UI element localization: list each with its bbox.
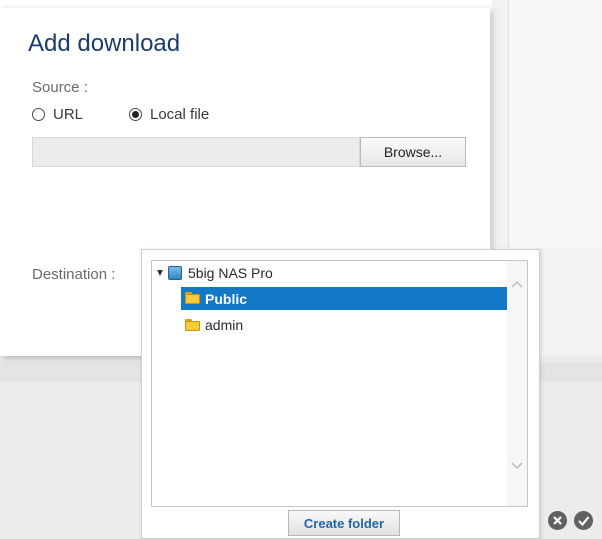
tree-item-label: Public xyxy=(205,290,248,307)
confirm-icon[interactable] xyxy=(574,511,593,530)
folder-tree[interactable]: 5big NAS Pro Public admin xyxy=(151,260,528,507)
file-path-field[interactable] xyxy=(32,137,360,167)
source-local-file-option[interactable]: Local file xyxy=(129,104,209,124)
tree-item-admin[interactable]: admin xyxy=(181,315,519,335)
folder-icon xyxy=(185,292,201,305)
url-radio-button[interactable] xyxy=(32,107,45,121)
chevron-down-icon[interactable] xyxy=(511,459,523,471)
url-radio-label: URL xyxy=(53,105,84,123)
source-label: Source : xyxy=(32,79,88,96)
local-file-radio-label: Local file xyxy=(150,105,210,123)
tree-scrollbar[interactable] xyxy=(507,261,527,506)
tree-root-label: 5big NAS Pro xyxy=(188,265,273,281)
tree-item-public[interactable]: Public xyxy=(181,287,519,310)
folder-icon xyxy=(185,318,201,332)
browse-button[interactable]: Browse... xyxy=(360,137,466,167)
nas-drive-icon xyxy=(168,266,182,280)
destination-label: Destination : xyxy=(32,266,116,283)
expand-caret-icon[interactable] xyxy=(157,270,163,276)
background-panel-right-inner xyxy=(508,0,602,248)
tree-item-label: admin xyxy=(205,317,244,333)
cancel-icon[interactable] xyxy=(548,511,567,530)
create-folder-button[interactable]: Create folder xyxy=(288,510,400,536)
tree-root-item[interactable]: 5big NAS Pro xyxy=(157,263,273,283)
destination-tree-dropdown: 5big NAS Pro Public admin Create folder xyxy=(141,249,540,539)
dialog-title: Add download xyxy=(28,30,181,57)
chevron-up-icon[interactable] xyxy=(511,279,523,291)
local-file-radio-button[interactable] xyxy=(129,107,142,121)
source-url-option[interactable]: URL xyxy=(32,104,83,124)
